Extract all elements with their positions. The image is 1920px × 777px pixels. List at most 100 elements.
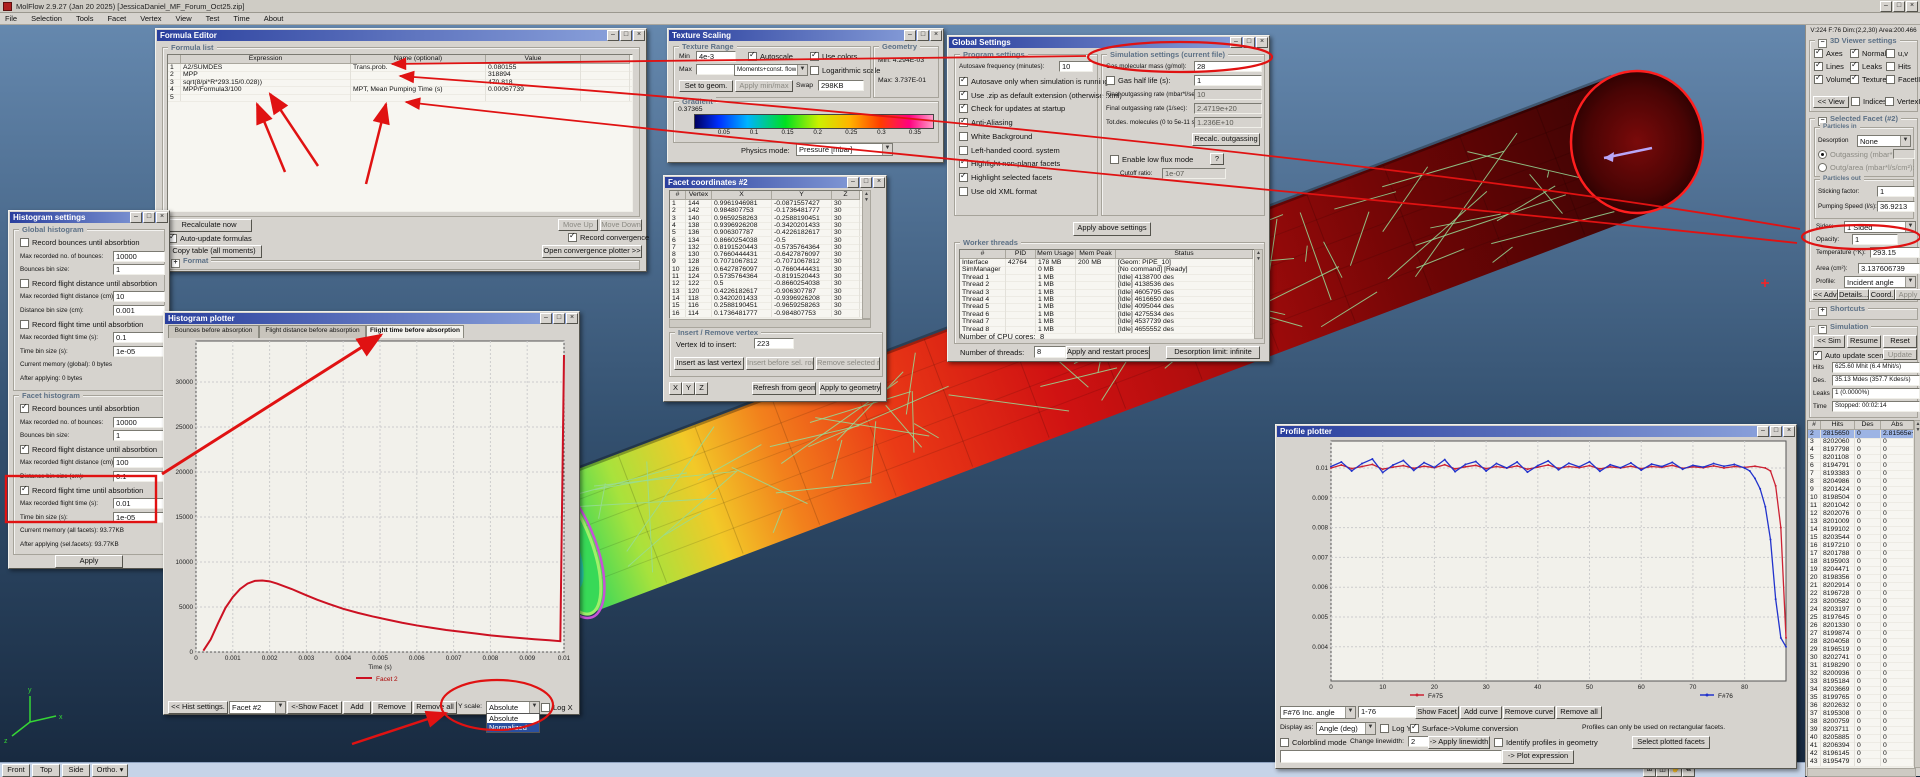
log-x-checkbox[interactable]: Log X: [541, 703, 573, 712]
sim-panel-button[interactable]: << Sim: [1813, 335, 1845, 348]
view-button-side[interactable]: Side: [62, 764, 90, 777]
minimize-icon[interactable]: –: [847, 177, 859, 188]
min-field[interactable]: 4e-3: [696, 51, 736, 62]
histogram-settings-window[interactable]: Histogram settings –□× Global histogram …: [8, 210, 170, 569]
minimize-icon[interactable]: –: [904, 30, 916, 41]
settings-field[interactable]: 100: [113, 457, 165, 468]
close-icon[interactable]: ×: [930, 30, 942, 41]
texture-scaling-window[interactable]: Texture Scaling –□× Texture Range Min 4e…: [667, 28, 944, 163]
moments-dropdown[interactable]: Moments+const. flow▼: [734, 64, 808, 76]
curve-select-dropdown[interactable]: F#76 Inc. angle▼: [1280, 706, 1356, 719]
add-button[interactable]: Add: [343, 701, 371, 714]
recalculate-button[interactable]: Recalculate now: [166, 219, 252, 232]
indices-checkbox[interactable]: Indices: [1851, 97, 1887, 106]
menu-item-test[interactable]: Test: [206, 14, 220, 23]
settings-field[interactable]: 10000: [113, 251, 165, 262]
show-facet-button[interactable]: Show Facet: [1415, 706, 1459, 719]
column-header[interactable]: Status: [1116, 250, 1253, 259]
sides-dropdown[interactable]: 1 Sided▼: [1844, 221, 1916, 233]
apply-linewidth-button[interactable]: -> Apply linewidth: [1428, 736, 1490, 749]
apply-above-settings-button[interactable]: Apply above settings: [1073, 222, 1151, 236]
column-header[interactable]: #: [670, 191, 686, 200]
expand-icon[interactable]: +: [1818, 307, 1827, 316]
viewer-checkbox-facetids[interactable]: FacetIDs: [1886, 75, 1920, 84]
desorption-dropdown[interactable]: None▼: [1857, 135, 1911, 147]
close-icon[interactable]: ×: [156, 212, 168, 223]
settings-checkbox[interactable]: Check for updates at startup: [959, 104, 1065, 113]
facet-select-dropdown[interactable]: Facet #2▼: [229, 701, 286, 714]
maximize-icon[interactable]: □: [917, 30, 929, 41]
facet-coordinates-window[interactable]: Facet coordinates #2 –□× #VertexXYZ11440…: [663, 175, 887, 402]
view-button-front[interactable]: Front: [2, 764, 30, 777]
global-settings-window[interactable]: Global Settings –□× Program settings Aut…: [947, 35, 1270, 362]
column-header[interactable]: Value: [486, 55, 581, 64]
viewer-checkbox-leaks[interactable]: Leaks: [1850, 62, 1882, 71]
apply-restart-button[interactable]: Apply and restart processes: [1066, 346, 1150, 359]
remove-curve-button[interactable]: Remove curve: [1503, 706, 1555, 719]
apply-to-geometry-button[interactable]: Apply to geometry: [819, 382, 881, 395]
plot-expression-field[interactable]: [1280, 750, 1502, 763]
open-convergence-button[interactable]: Open convergence plotter >>: [542, 245, 642, 258]
colorblind-checkbox[interactable]: Colorblind mode: [1280, 738, 1347, 747]
settings-field[interactable]: 0.01: [113, 498, 165, 509]
settings-checkbox[interactable]: White Background: [959, 132, 1032, 141]
minimize-icon[interactable]: –: [607, 30, 619, 41]
column-header[interactable]: Des: [1855, 421, 1881, 430]
tab-flight-distance[interactable]: Flight distance before absorption: [259, 325, 366, 338]
apply-histogram-button[interactable]: Apply: [55, 555, 123, 568]
menu-item-tools[interactable]: Tools: [76, 14, 94, 23]
worker-table-vscrollbar[interactable]: ▲▼: [1254, 249, 1263, 339]
menu-item-file[interactable]: File: [5, 14, 17, 23]
column-header[interactable]: Abs: [1881, 421, 1914, 430]
use-colors-checkbox[interactable]: Use colors: [810, 52, 857, 61]
view-button-ortho[interactable]: Ortho. ▾: [92, 764, 128, 777]
remove-all-button[interactable]: Remove all: [1556, 706, 1602, 719]
facet-range-field[interactable]: 1-76: [1358, 706, 1416, 718]
vertexids-checkbox[interactable]: VertexIDs: [1885, 97, 1920, 106]
minimize-icon[interactable]: –: [130, 212, 142, 223]
settings-field[interactable]: 1: [113, 264, 165, 275]
display-as-dropdown[interactable]: Angle (deg)▼: [1316, 722, 1376, 735]
temperature-field[interactable]: 293.15: [1870, 247, 1920, 258]
histogram-plotter-window[interactable]: Histogram plotter –□× Bounces before abs…: [163, 311, 580, 715]
vertex-table-hscrollbar[interactable]: [669, 319, 871, 328]
column-header[interactable]: Mem Usage: [1036, 250, 1076, 259]
settings-checkbox[interactable]: Record flight distance until absorbtion: [20, 279, 157, 288]
worker-threads-table[interactable]: #PIDMem UsageMem PeakStatusInterface4276…: [959, 249, 1255, 339]
gas-half-life-field[interactable]: 1: [1194, 75, 1262, 86]
log-y-checkbox[interactable]: Log Y: [1380, 724, 1411, 733]
identify-profiles-checkbox[interactable]: Identify profiles in geometry: [1494, 738, 1598, 747]
physics-mode-dropdown[interactable]: Pressure [mbar]▼: [796, 143, 893, 156]
insert-last-button[interactable]: Insert as last vertex: [674, 357, 744, 370]
column-header[interactable]: Y: [772, 191, 832, 200]
formula-table[interactable]: ExpressionName (optional)Value1A2/SUMDES…: [167, 54, 633, 212]
gas-mass-field[interactable]: 28: [1194, 61, 1262, 72]
settings-checkbox[interactable]: Record bounces until absorbtion: [20, 404, 140, 413]
column-header[interactable]: Mem Peak: [1076, 250, 1116, 259]
settings-checkbox[interactable]: Autosave only when simulation is running: [959, 77, 1109, 86]
settings-field[interactable]: 10: [113, 291, 165, 302]
table-row[interactable]: 43819547900: [1808, 758, 1915, 767]
viewer-checkbox-uv[interactable]: u,v: [1886, 49, 1908, 58]
sticking-field[interactable]: 1: [1877, 186, 1915, 197]
column-header[interactable]: [581, 55, 630, 64]
settings-checkbox[interactable]: Anti-Aliasing: [959, 118, 1013, 127]
app-close-button[interactable]: ×: [1906, 1, 1918, 12]
view-button-top[interactable]: Top: [32, 764, 60, 777]
settings-checkbox[interactable]: Highlight non-planar facets: [959, 159, 1060, 168]
viewer-checkbox-lines[interactable]: Lines: [1814, 62, 1844, 71]
maximize-icon[interactable]: □: [620, 30, 632, 41]
settings-checkbox[interactable]: Record bounces until absorbtion: [20, 238, 140, 247]
low-flux-checkbox[interactable]: Enable low flux mode: [1110, 155, 1193, 164]
outg-area-radio[interactable]: Outg/area (mbar*l/s/cm²):: [1818, 163, 1915, 172]
settings-checkbox[interactable]: Record flight time until absorbtion: [20, 320, 143, 329]
close-icon[interactable]: ×: [566, 313, 578, 324]
settings-checkbox[interactable]: Record flight distance until absorbtion: [20, 445, 157, 454]
maximize-icon[interactable]: □: [860, 177, 872, 188]
facet-hits-table[interactable]: #HitsDesAbs2281565002.81565e+06382020600…: [1807, 420, 1916, 768]
tab-flight-time[interactable]: Flight time before absorption: [366, 325, 464, 338]
color-gradient-bar[interactable]: [694, 114, 934, 129]
formula-editor-window[interactable]: Formula Editor –□× Formula list Expressi…: [155, 28, 647, 272]
facet-table-vscrollbar[interactable]: ▲▼: [1914, 420, 1920, 768]
vertex-table[interactable]: #VertexXYZ11440.9961946981-0.08715574273…: [669, 190, 863, 319]
